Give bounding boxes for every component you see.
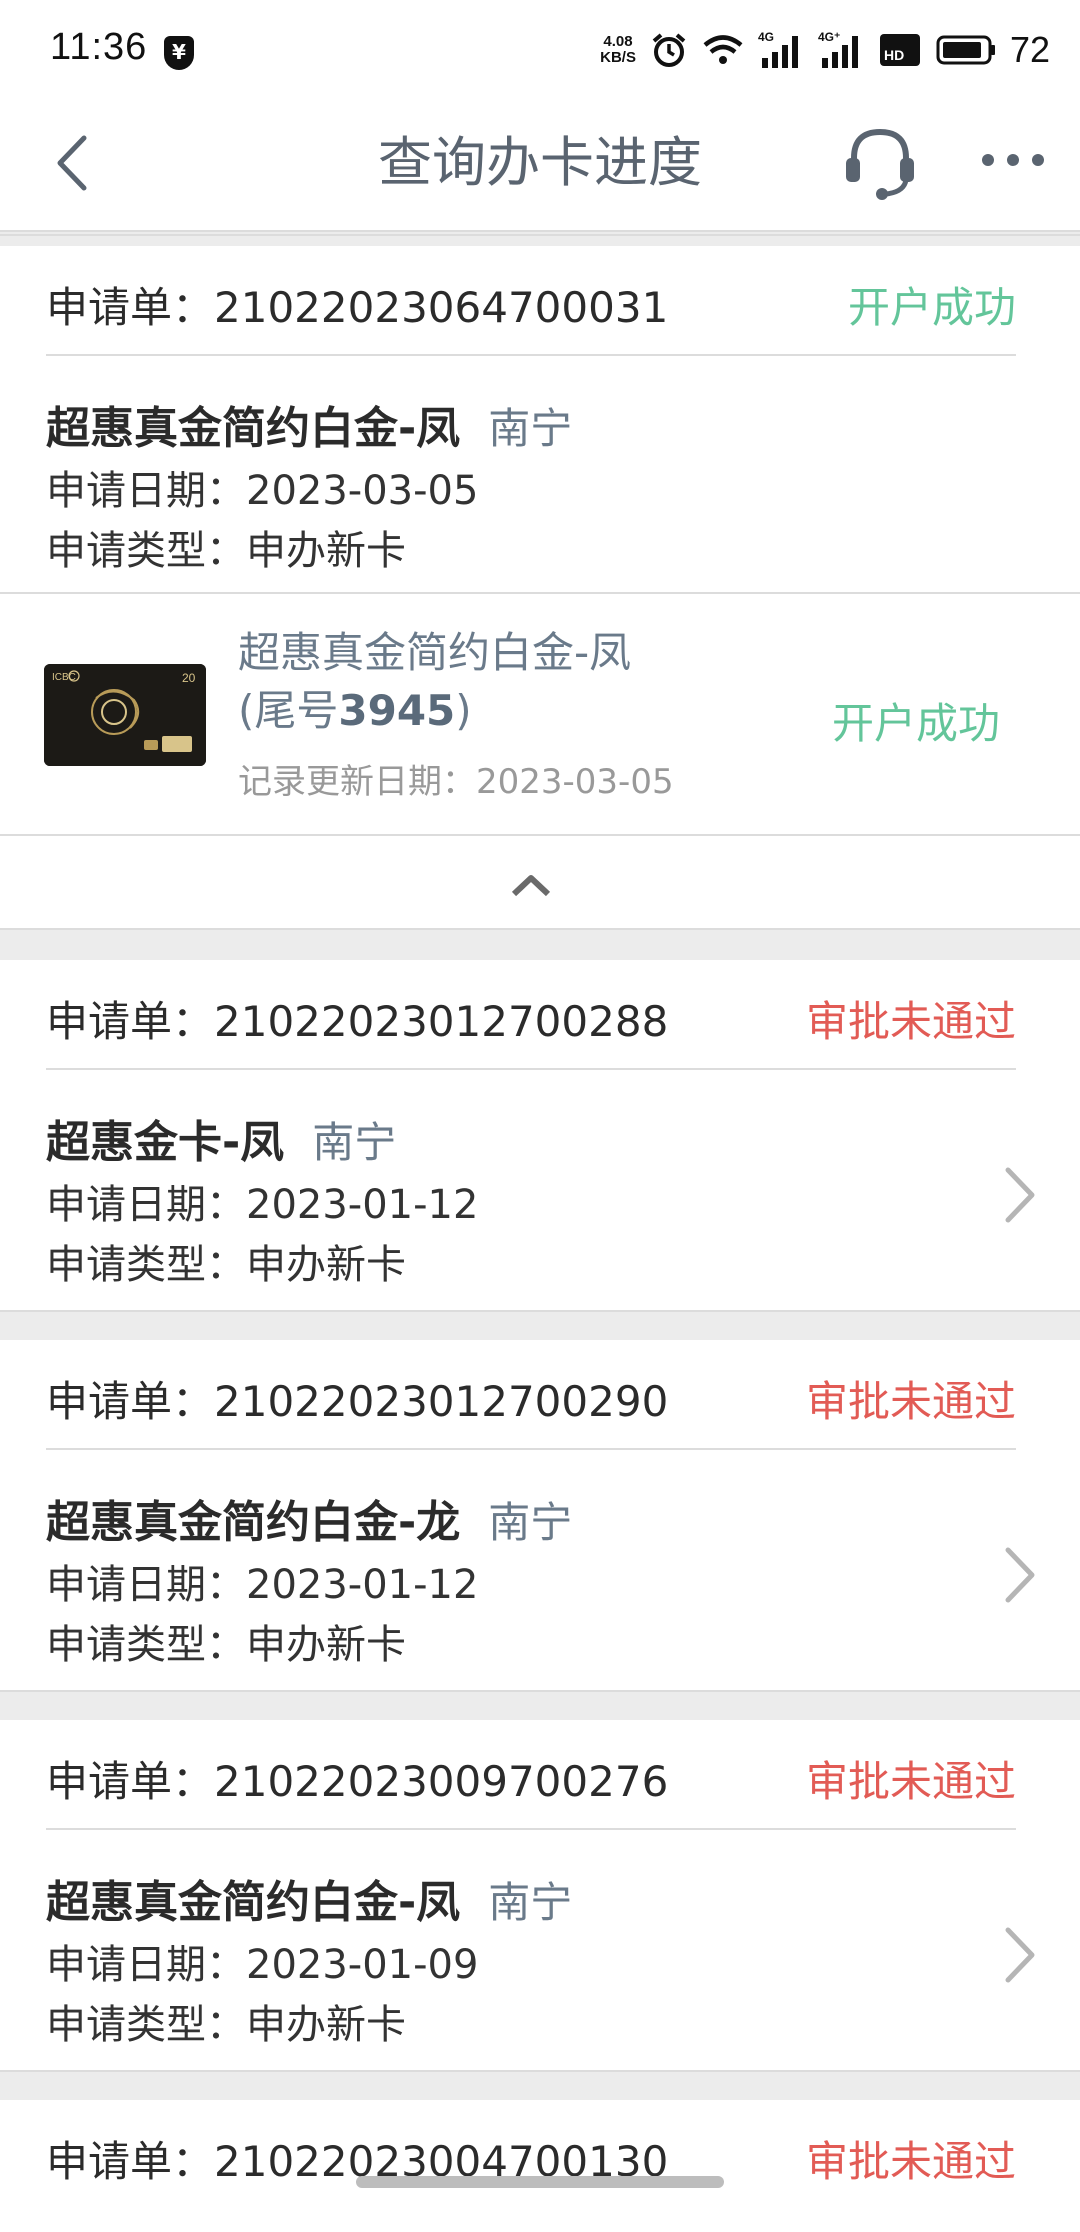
status-badge: 审批未通过 — [805, 997, 1016, 1046]
card-name-text: 超惠真金简约白金-凤 — [46, 1877, 461, 1928]
signal-4g-plus-icon: 4G⁺ — [818, 30, 858, 68]
card-header: 申请单：21022023012700290 审批未通过 — [0, 1340, 1080, 1450]
list-gap — [0, 1690, 1080, 1720]
card-header: 申请单：21022023009700276 审批未通过 — [0, 1720, 1080, 1830]
card-body: 超惠真金简约白金-凤 南宁 申请日期：2023-03-05 申请类型：申办新卡 — [0, 356, 1080, 592]
status-time: 11:36 — [50, 26, 148, 68]
order-number: 申请单：21022023064700031 — [46, 274, 668, 335]
status-icons: 4.08 KB/S 4G 4G⁺ HD 72 — [600, 24, 1050, 76]
order-number-value: 21022023012700290 — [214, 1377, 669, 1426]
application-list: 申请单：21022023064700031 开户成功 超惠真金简约白金-凤 南宁 … — [0, 234, 1080, 2232]
application-card: 申请单：21022023064700031 开户成功 超惠真金简约白金-凤 南宁 … — [0, 246, 1080, 930]
speed-unit: KB/S — [600, 49, 636, 66]
order-label: 申请单： — [46, 283, 215, 332]
apply-date: 申请日期：2023-01-12 — [46, 1182, 479, 1228]
card-body: 超惠真金简约白金-龙 南宁 申请日期：2023-01-12 申请类型：申办新卡 — [0, 1450, 1080, 1690]
speed-value: 4.08 — [603, 33, 633, 50]
wifi-icon — [703, 35, 743, 64]
order-number-value: 21022023064700031 — [214, 283, 669, 332]
apply-type: 申请类型：申办新卡 — [46, 528, 406, 574]
card-record-row[interactable]: ICBC 20 超惠真金简约白金-凤 (尾号3945) 记录更新日期：2023-… — [0, 592, 1080, 834]
headset-icon[interactable] — [840, 122, 920, 202]
record-card-name: 超惠真金简约白金-凤 (尾号3945) — [238, 624, 631, 740]
apply-date: 申请日期：2023-01-12 — [46, 1562, 479, 1608]
home-indicator[interactable] — [356, 2176, 724, 2188]
apply-type: 申请类型：申办新卡 — [46, 1622, 406, 1668]
status-badge: 开户成功 — [847, 283, 1016, 332]
application-card[interactable]: 申请单：21022023012700290 审批未通过 超惠真金简约白金-龙 南宁… — [0, 1340, 1080, 1690]
card-name: 超惠真金简约白金-凤 南宁 — [46, 392, 572, 456]
app-header: 查询办卡进度 — [0, 100, 1080, 232]
application-card[interactable]: 申请单：21022023012700288 审批未通过 超惠金卡-凤 南宁 申请日… — [0, 960, 1080, 1310]
chevron-right-icon — [1005, 1927, 1035, 1983]
wallet-shield-icon: ¥ — [164, 36, 194, 70]
card-name: 超惠真金简约白金-龙 南宁 — [46, 1486, 572, 1550]
card-city: 南宁 — [312, 1118, 397, 1167]
status-bar: 11:36 ¥ 4.08 KB/S 4G 4G⁺ HD 72 — [0, 0, 1080, 100]
card-city: 南宁 — [488, 1498, 573, 1547]
record-update-date: 记录更新日期：2023-03-05 — [238, 762, 674, 802]
apply-date: 申请日期：2023-03-05 — [46, 468, 479, 514]
signal-4g-icon: 4G — [758, 30, 798, 68]
apply-type: 申请类型：申办新卡 — [46, 2002, 406, 2048]
card-name-text: 超惠金卡-凤 — [46, 1117, 285, 1168]
chevron-right-icon — [1005, 1547, 1035, 1603]
status-badge: 审批未通过 — [805, 2137, 1016, 2186]
card-name-text: 超惠真金简约白金-龙 — [46, 1497, 461, 1548]
application-card[interactable]: 申请单：21022023009700276 审批未通过 超惠真金简约白金-凤 南宁… — [0, 1720, 1080, 2070]
card-city: 南宁 — [488, 404, 573, 453]
card-name-text: 超惠真金简约白金-凤 — [46, 403, 461, 454]
record-status: 开户成功 — [831, 699, 1000, 748]
battery-icon — [936, 35, 995, 65]
network-speed: 4.08 KB/S — [600, 34, 636, 66]
apply-date: 申请日期：2023-01-09 — [46, 1942, 479, 1988]
order-label: 申请单： — [46, 997, 215, 1046]
status-badge: 审批未通过 — [805, 1757, 1016, 1806]
order-label: 申请单： — [46, 2137, 215, 2186]
apply-type: 申请类型：申办新卡 — [46, 1242, 406, 1288]
svg-text:4G: 4G — [758, 30, 774, 44]
record-tail-number: 3945 — [338, 686, 456, 735]
order-label: 申请单： — [46, 1757, 215, 1806]
list-gap — [0, 1310, 1080, 1340]
card-header: 申请单：21022023004700130 审批未通过 — [0, 2100, 1080, 2210]
record-tail-suffix: ) — [455, 686, 472, 735]
record-tail-prefix: (尾号 — [238, 686, 339, 735]
card-body — [0, 2210, 1080, 2232]
card-name: 超惠金卡-凤 南宁 — [46, 1106, 396, 1170]
credit-card-image: ICBC 20 — [44, 664, 206, 766]
card-body: 超惠金卡-凤 南宁 申请日期：2023-01-12 申请类型：申办新卡 — [0, 1070, 1080, 1310]
svg-text:HD: HD — [884, 47, 904, 63]
order-number: 申请单：21022023009700276 — [46, 1748, 668, 1809]
alarm-icon — [652, 33, 686, 67]
order-number-value: 21022023009700276 — [214, 1757, 669, 1806]
svg-text:4G⁺: 4G⁺ — [818, 30, 840, 44]
list-gap — [0, 234, 1080, 246]
order-number: 申请单：21022023012700288 — [46, 988, 668, 1049]
order-number-value: 21022023012700288 — [214, 997, 669, 1046]
card-city: 南宁 — [488, 1878, 573, 1927]
application-card[interactable]: 申请单：21022023004700130 审批未通过 — [0, 2100, 1080, 2232]
svg-text:ICBC: ICBC — [52, 672, 76, 683]
list-gap — [0, 2070, 1080, 2100]
card-name: 超惠真金简约白金-凤 南宁 — [46, 1866, 572, 1930]
status-badge: 审批未通过 — [805, 1377, 1016, 1426]
hd-icon: HD — [879, 34, 920, 66]
collapse-toggle[interactable] — [0, 834, 1080, 930]
chevron-right-icon — [1005, 1167, 1035, 1223]
card-body: 超惠真金简约白金-凤 南宁 申请日期：2023-01-09 申请类型：申办新卡 — [0, 1830, 1080, 2070]
svg-text:20: 20 — [182, 671, 196, 685]
order-label: 申请单： — [46, 1377, 215, 1426]
record-card-tail: (尾号3945) — [238, 682, 631, 740]
chevron-up-icon — [511, 875, 551, 897]
more-icon[interactable] — [978, 140, 1048, 180]
record-card-name-line1: 超惠真金简约白金-凤 — [238, 628, 632, 677]
card-header: 申请单：21022023012700288 审批未通过 — [0, 960, 1080, 1070]
order-number: 申请单：21022023012700290 — [46, 1368, 668, 1429]
battery-level: 72 — [1009, 29, 1050, 70]
card-header: 申请单：21022023064700031 开户成功 — [0, 246, 1080, 356]
list-gap — [0, 930, 1080, 960]
